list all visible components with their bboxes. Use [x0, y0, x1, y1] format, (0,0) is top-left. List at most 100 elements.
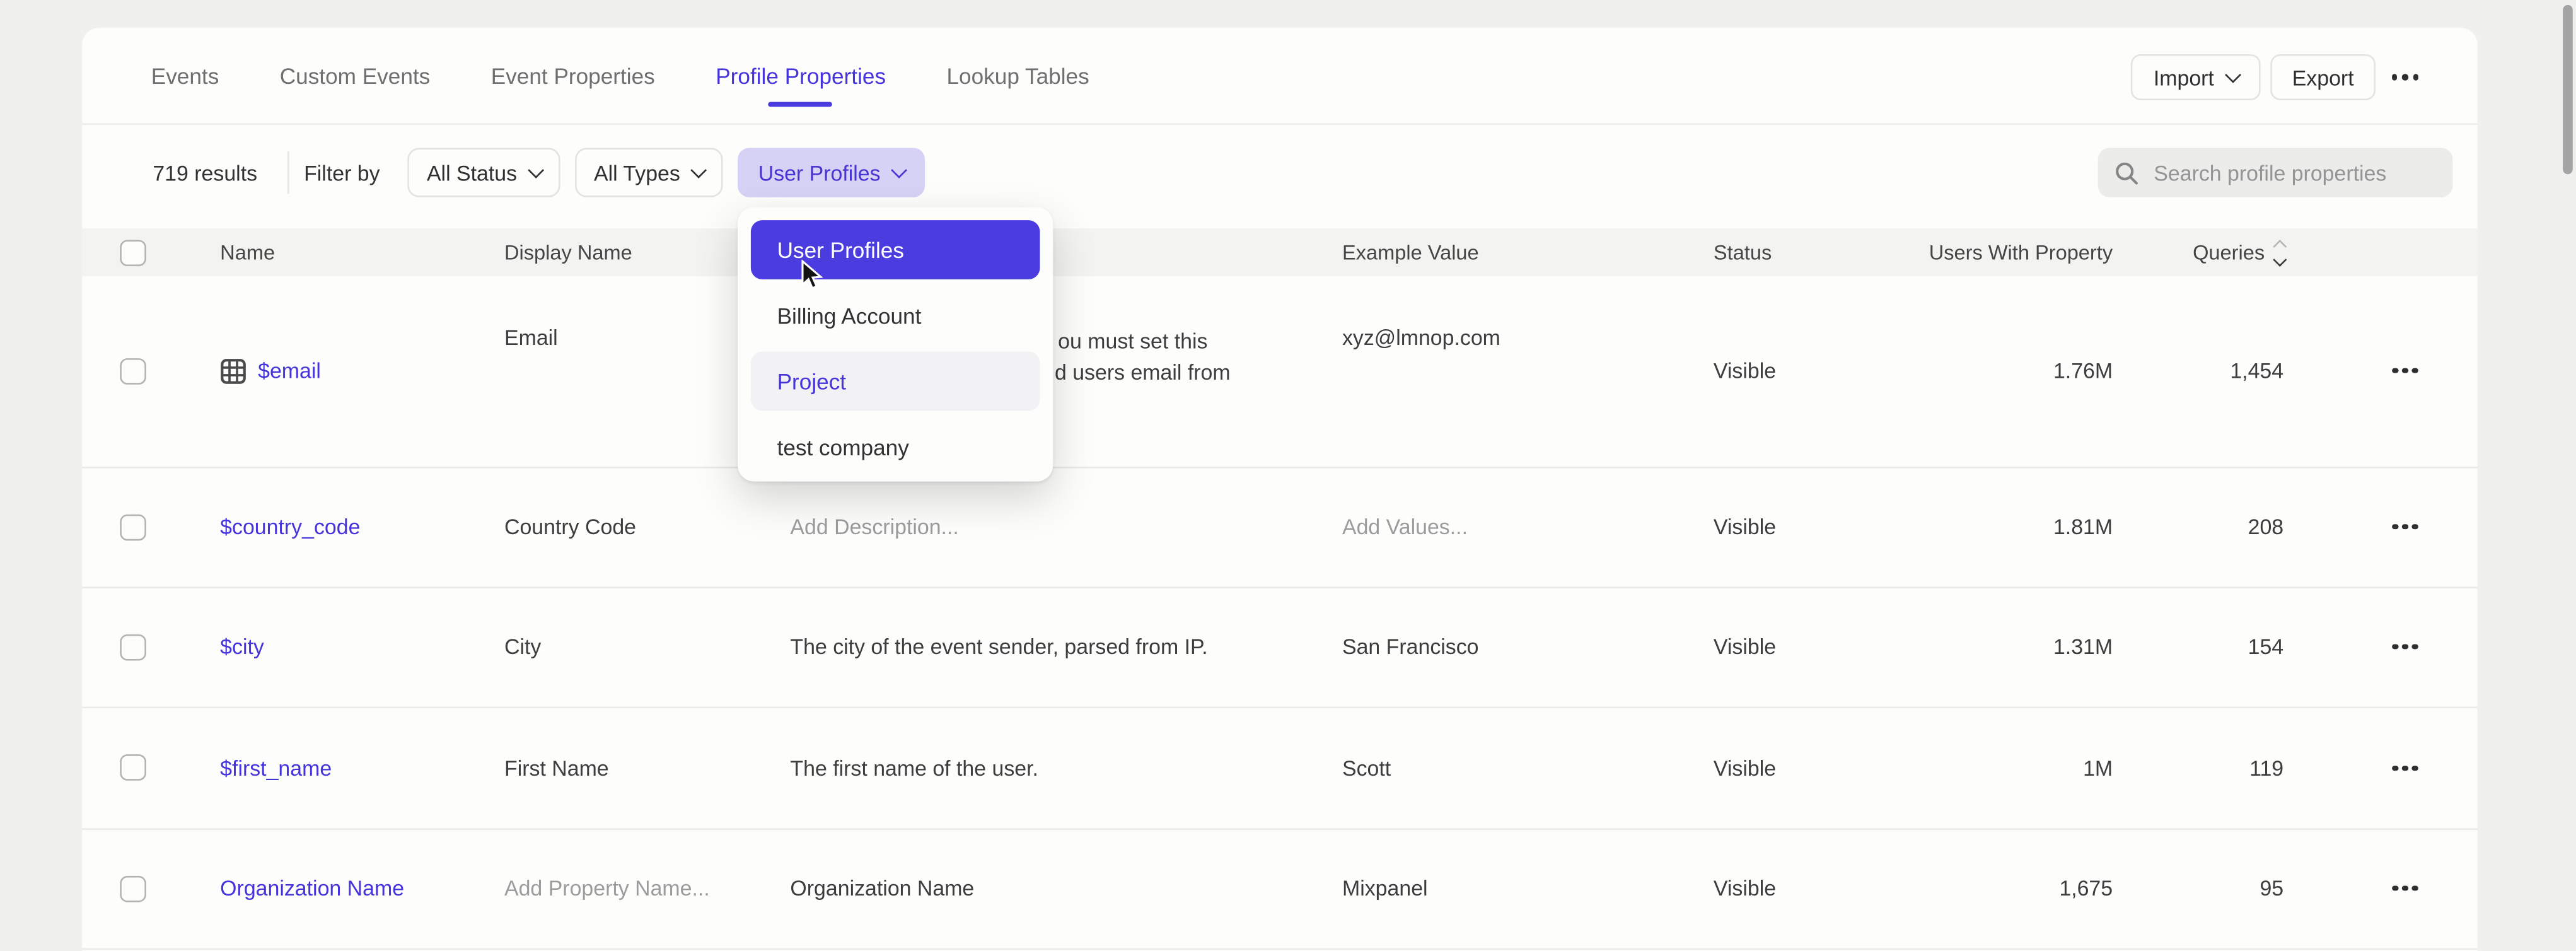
description-cell[interactable]: Organization Name — [790, 829, 974, 948]
users-with-property-cell: 1M — [1784, 708, 2113, 827]
row-more-options-button[interactable] — [2382, 829, 2428, 948]
export-button-label: Export — [2292, 65, 2354, 90]
row-more-options-button[interactable] — [2382, 588, 2428, 707]
users-with-property-cell: 1.76M — [1784, 276, 2113, 466]
row-checkbox[interactable] — [120, 358, 146, 384]
example-value-cell[interactable]: Add Values... — [1342, 467, 1468, 586]
chevron-down-icon — [2225, 66, 2240, 81]
tab-label: Event Properties — [491, 63, 655, 88]
display-name-cell[interactable]: Country Code — [504, 467, 636, 586]
divider — [287, 151, 289, 194]
import-button[interactable]: Import — [2131, 54, 2261, 100]
users-with-property-cell: 1.31M — [1784, 588, 2113, 707]
display-name-cell[interactable]: First Name — [504, 708, 609, 827]
more-options-icon — [2392, 765, 2418, 771]
property-name-link[interactable]: $first_name — [220, 756, 332, 780]
chevron-down-icon — [528, 161, 543, 177]
queries-cell: 95 — [2120, 829, 2284, 948]
tab-label: Lookup Tables — [946, 63, 1089, 88]
description-cell[interactable]: The first name of the user. — [790, 708, 1038, 827]
dropdown-item-project[interactable]: Project — [751, 352, 1040, 411]
column-header-name: Name — [220, 228, 275, 276]
scrollbar-thumb[interactable] — [2563, 5, 2573, 174]
tab-profile-properties[interactable]: Profile Properties — [716, 28, 886, 123]
example-value-cell[interactable]: xyz@lmnop.com — [1342, 276, 1500, 466]
dropdown-item-test-company[interactable]: test company — [751, 417, 1040, 477]
status-cell[interactable]: Visible — [1714, 829, 1776, 948]
display-name-cell[interactable]: Email — [504, 276, 558, 466]
more-options-icon — [2392, 645, 2418, 650]
example-value-cell[interactable]: Mixpanel — [1342, 829, 1428, 948]
tab-event-properties[interactable]: Event Properties — [491, 28, 655, 123]
status-cell[interactable]: Visible — [1714, 588, 1776, 707]
search-icon — [2115, 160, 2139, 185]
results-count: 719 results — [153, 148, 257, 197]
chevron-down-icon — [691, 161, 706, 177]
profile-type-filter-button[interactable]: User Profiles — [738, 148, 925, 197]
row-checkbox[interactable] — [120, 875, 146, 902]
property-name-cell: $city — [220, 588, 264, 707]
description-cell[interactable]: Add Description... — [790, 467, 958, 586]
status-cell[interactable]: Visible — [1714, 467, 1776, 586]
column-header-status: Status — [1714, 228, 1772, 276]
queries-cell: 208 — [2120, 467, 2284, 586]
status-filter-button[interactable]: All Status — [407, 148, 560, 197]
more-options-icon — [2392, 368, 2418, 374]
row-more-options-button[interactable] — [2382, 276, 2428, 466]
export-button[interactable]: Export — [2270, 54, 2376, 100]
tab-bar: Events Custom Events Event Properties Profi… — [82, 28, 2477, 125]
property-name-cell: Organization Name — [220, 829, 404, 948]
tab-label: Profile Properties — [716, 63, 886, 88]
import-button-label: Import — [2154, 65, 2214, 90]
property-name-link[interactable]: $city — [220, 635, 264, 660]
queries-cell: 1,454 — [2120, 276, 2284, 466]
search-box[interactable] — [2098, 148, 2453, 197]
tab-lookup-tables[interactable]: Lookup Tables — [946, 28, 1089, 123]
row-checkbox[interactable] — [120, 634, 146, 660]
table-row: $city City The city of the event sender,… — [82, 588, 2477, 709]
users-with-property-cell: 1.81M — [1784, 467, 2113, 586]
row-checkbox[interactable] — [120, 755, 146, 781]
row-more-options-button[interactable] — [2382, 467, 2428, 586]
property-name-cell: $first_name — [220, 708, 332, 827]
dot-icon — [2402, 74, 2408, 81]
column-header-display-name: Display Name — [504, 228, 632, 276]
tab-label: Custom Events — [280, 63, 431, 88]
queries-header-label: Queries — [2193, 241, 2265, 264]
status-cell[interactable]: Visible — [1714, 276, 1776, 466]
search-input[interactable] — [2154, 160, 2436, 185]
example-value-cell[interactable]: Scott — [1342, 708, 1391, 827]
dropdown-item-billing-account[interactable]: Billing Account — [751, 286, 1040, 345]
status-cell[interactable]: Visible — [1714, 708, 1776, 827]
users-with-property-cell: 1,675 — [1784, 829, 2113, 948]
dropdown-item-user-profiles[interactable]: User Profiles — [751, 220, 1040, 279]
tab-events[interactable]: Events — [151, 28, 219, 123]
profile-type-filter-label: User Profiles — [758, 160, 881, 185]
display-name-cell[interactable]: Add Property Name... — [504, 829, 710, 948]
more-options-icon — [2392, 524, 2418, 530]
select-all-checkbox[interactable] — [120, 239, 146, 265]
tabs: Events Custom Events Event Properties Profi… — [151, 28, 1089, 123]
type-filter-button[interactable]: All Types — [575, 148, 723, 197]
property-name-cell: $email — [220, 276, 321, 466]
property-name-link[interactable]: $country_code — [220, 515, 360, 539]
chevron-down-icon — [891, 161, 907, 177]
column-header-example-value: Example Value — [1342, 228, 1479, 276]
example-value-cell[interactable]: San Francisco — [1342, 588, 1479, 707]
row-more-options-button[interactable] — [2382, 708, 2428, 827]
table-row: $email Email ou must set thisd users ema… — [82, 276, 2477, 468]
property-name-link[interactable]: $email — [258, 359, 321, 383]
table-header: Name Display Name Example Value Status U… — [82, 228, 2477, 276]
row-checkbox[interactable] — [120, 513, 146, 540]
active-tab-underline — [769, 102, 833, 107]
properties-panel: Events Custom Events Event Properties Profi… — [82, 28, 2477, 951]
display-name-cell[interactable]: City — [504, 588, 541, 707]
more-actions-button[interactable] — [2382, 54, 2428, 100]
property-name-link[interactable]: Organization Name — [220, 877, 404, 901]
tab-custom-events[interactable]: Custom Events — [280, 28, 431, 123]
description-cell[interactable]: The city of the event sender, parsed fro… — [790, 588, 1207, 707]
column-header-queries[interactable]: Queries — [2120, 228, 2284, 276]
scrollbar-track[interactable] — [2556, 0, 2576, 951]
queries-cell: 154 — [2120, 588, 2284, 707]
dot-icon — [2391, 74, 2398, 81]
